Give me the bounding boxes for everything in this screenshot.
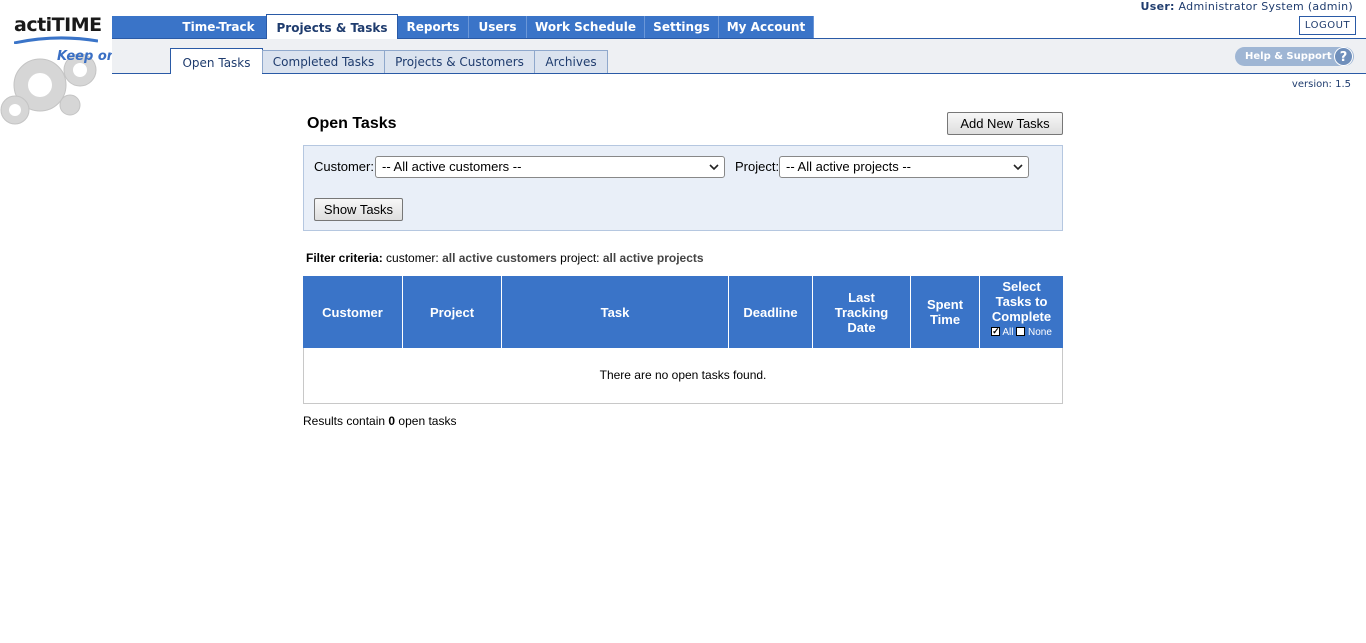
tab-time-track[interactable]: Time-Track xyxy=(171,16,267,38)
project-label: Project: xyxy=(735,159,780,174)
col-select-complete: Select Tasks to Complete All None xyxy=(980,276,1063,348)
project-select-value: -- All active projects -- xyxy=(786,159,911,174)
version-label: version: 1.5 xyxy=(1291,79,1351,90)
col-deadline[interactable]: Deadline xyxy=(729,276,813,348)
col-select-complete-label: Select Tasks to Complete xyxy=(991,278,1052,324)
chevron-down-icon xyxy=(1013,164,1023,171)
add-new-tasks-button[interactable]: Add New Tasks xyxy=(947,112,1063,135)
show-tasks-button[interactable]: Show Tasks xyxy=(314,198,403,221)
criteria-project-value: all active projects xyxy=(602,251,704,265)
page-title: Open Tasks xyxy=(307,115,397,132)
select-all-checkbox[interactable] xyxy=(991,324,1001,339)
customer-select[interactable]: -- All active customers -- xyxy=(375,156,725,178)
help-label: Help & Support xyxy=(1245,51,1332,62)
results-prefix: Results contain xyxy=(303,414,386,428)
col-last-tracking-date[interactable]: Last Tracking Date xyxy=(813,276,911,348)
subtab-archives[interactable]: Archives xyxy=(534,50,608,73)
tab-users[interactable]: Users xyxy=(469,16,527,38)
nav-bar-spacer xyxy=(112,16,171,38)
user-label: User: xyxy=(1140,0,1175,13)
customer-select-value: -- All active customers -- xyxy=(382,159,522,174)
filter-criteria: Filter criteria: customer: all active cu… xyxy=(306,251,704,265)
tab-reports[interactable]: Reports xyxy=(398,16,469,38)
select-none-checkbox[interactable] xyxy=(1016,327,1026,337)
criteria-customer-value: all active customers xyxy=(442,251,557,265)
results-summary: Results contain 0 open tasks xyxy=(303,414,456,428)
help-icon: ? xyxy=(1334,47,1353,66)
select-none-label[interactable]: None xyxy=(1028,327,1052,338)
project-select[interactable]: -- All active projects -- xyxy=(779,156,1029,178)
app-logo: actiTIME xyxy=(14,14,102,36)
tab-work-schedule[interactable]: Work Schedule xyxy=(527,16,645,38)
tab-my-account[interactable]: My Account xyxy=(719,16,814,38)
results-count: 0 xyxy=(388,414,396,428)
col-project[interactable]: Project xyxy=(403,276,502,348)
col-spent-time[interactable]: Spent Time xyxy=(911,276,980,348)
criteria-label: Filter criteria: xyxy=(306,251,383,265)
empty-message: There are no open tasks found. xyxy=(599,368,767,382)
chevron-down-icon xyxy=(709,164,719,171)
criteria-customer-key: customer: xyxy=(386,251,439,265)
logo-swoosh xyxy=(14,36,98,44)
user-info: User: Administrator System (admin) xyxy=(1140,0,1353,13)
results-suffix: open tasks xyxy=(398,414,457,428)
subtab-completed-tasks[interactable]: Completed Tasks xyxy=(262,50,385,73)
col-task[interactable]: Task xyxy=(502,276,729,348)
select-all-label[interactable]: All xyxy=(1002,327,1013,338)
tab-settings[interactable]: Settings xyxy=(645,16,719,38)
subtab-projects-customers[interactable]: Projects & Customers xyxy=(384,50,535,73)
help-support-button[interactable]: Help & Support ? xyxy=(1235,47,1354,66)
tab-projects-tasks[interactable]: Projects & Tasks xyxy=(266,14,398,39)
customer-label: Customer: xyxy=(314,159,374,174)
col-customer[interactable]: Customer xyxy=(303,276,403,348)
subtab-open-tasks[interactable]: Open Tasks xyxy=(170,48,263,74)
user-name: Administrator System (admin) xyxy=(1178,0,1353,13)
criteria-project-key: project: xyxy=(560,251,600,265)
select-controls: All None xyxy=(991,324,1052,340)
logout-button[interactable]: LOGOUT xyxy=(1299,16,1356,35)
